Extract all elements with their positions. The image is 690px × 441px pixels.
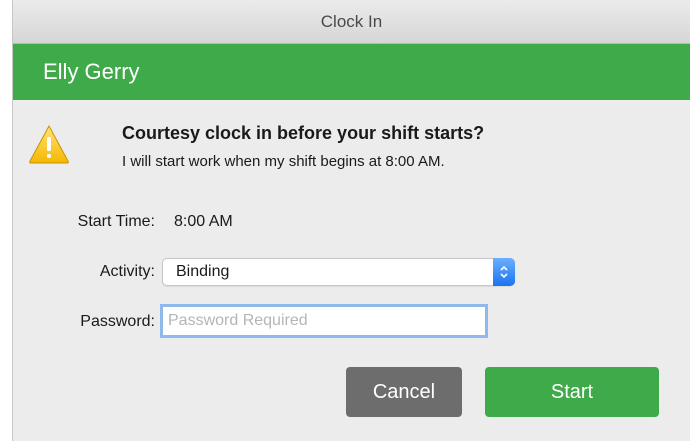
select-arrows-icon[interactable] [493, 258, 515, 286]
password-label: Password: [80, 313, 155, 330]
start-button[interactable]: Start [485, 367, 659, 417]
user-name: Elly Gerry [43, 59, 140, 84]
courtesy-alert: Courtesy clock in before your shift star… [28, 120, 668, 190]
alert-title: Courtesy clock in before your shift star… [122, 123, 485, 143]
user-header: Elly Gerry [13, 44, 690, 100]
start-time-value: 8:00 AM [174, 213, 233, 230]
password-input[interactable] [160, 304, 488, 338]
start-time-label: Start Time: [77, 213, 155, 230]
warning-icon [29, 124, 69, 164]
alert-message: I will start work when my shift begins a… [122, 153, 445, 170]
window-title: Clock In [320, 11, 383, 31]
activity-label: Activity: [99, 263, 155, 280]
activity-selected-value: Binding [176, 263, 230, 280]
window-titlebar[interactable]: Clock In [13, 0, 690, 44]
cancel-button[interactable]: Cancel [346, 367, 462, 417]
activity-select[interactable]: Binding [162, 258, 515, 286]
